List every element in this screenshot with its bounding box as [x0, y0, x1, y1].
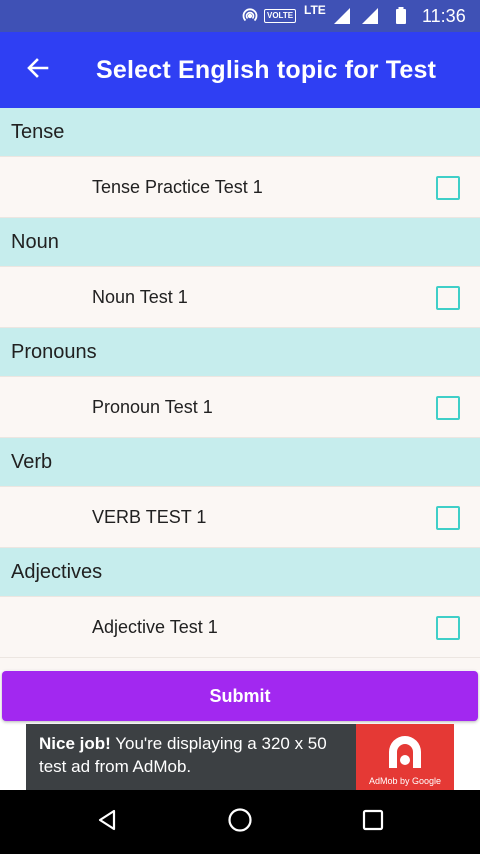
test-label: Noun Test 1: [92, 286, 188, 307]
recents-square-icon: [361, 808, 385, 837]
admob-icon: [389, 736, 421, 768]
section-header-noun: Noun: [0, 218, 480, 266]
volte-badge: VOLTE: [264, 0, 297, 32]
arrow-left-icon: [25, 55, 51, 86]
home-circle-icon: [227, 807, 253, 838]
test-row[interactable]: Noun Test 1: [0, 266, 480, 328]
admob-caption: AdMob by Google: [368, 776, 442, 786]
signal-icon: [332, 0, 352, 32]
test-row[interactable]: Adjective Test 1: [0, 596, 480, 658]
nav-home-button[interactable]: [216, 798, 264, 846]
ad-text: Nice job! You're displaying a 320 x 50 t…: [39, 732, 357, 778]
test-checkbox[interactable]: [436, 616, 460, 640]
network-type: LTE: [304, 3, 326, 17]
admob-logo: AdMob by Google: [356, 724, 454, 790]
test-row[interactable]: VERB TEST 1: [0, 486, 480, 548]
battery-icon: [394, 0, 408, 32]
submit-button[interactable]: Submit: [2, 671, 478, 721]
test-checkbox[interactable]: [436, 286, 460, 310]
navigation-bar: [0, 790, 480, 854]
test-label: Tense Practice Test 1: [92, 176, 263, 197]
clock: 11:36: [422, 5, 466, 26]
test-row[interactable]: Tense Practice Test 1: [0, 156, 480, 218]
ad-banner[interactable]: Nice job! You're displaying a 320 x 50 t…: [26, 724, 454, 790]
nav-recents-button[interactable]: [349, 798, 397, 846]
test-checkbox[interactable]: [436, 396, 460, 420]
ad-bold-text: Nice job!: [39, 734, 111, 753]
section-header-tense: Tense: [0, 108, 480, 156]
section-header-adjectives: Adjectives: [0, 548, 480, 596]
test-checkbox[interactable]: [436, 176, 460, 200]
topic-list[interactable]: Tense Tense Practice Test 1 Noun Noun Te…: [0, 108, 480, 670]
section-header-verb: Verb: [0, 438, 480, 486]
back-button[interactable]: [14, 46, 62, 94]
test-row[interactable]: Pronoun Test 1: [0, 376, 480, 438]
section-header-pronouns: Pronouns: [0, 328, 480, 376]
hotspot-icon: [240, 0, 260, 32]
test-label: Adjective Test 1: [92, 616, 218, 637]
status-bar: VOLTE LTE 11:36: [0, 0, 480, 32]
signal-icon: [360, 0, 380, 32]
test-checkbox[interactable]: [436, 506, 460, 530]
test-label: VERB TEST 1: [92, 506, 207, 527]
back-triangle-icon: [95, 808, 119, 837]
nav-back-button[interactable]: [83, 798, 131, 846]
test-label: Pronoun Test 1: [92, 396, 213, 417]
page-title: Select English topic for Test: [96, 55, 437, 84]
app-bar: Select English topic for Test: [0, 32, 480, 108]
